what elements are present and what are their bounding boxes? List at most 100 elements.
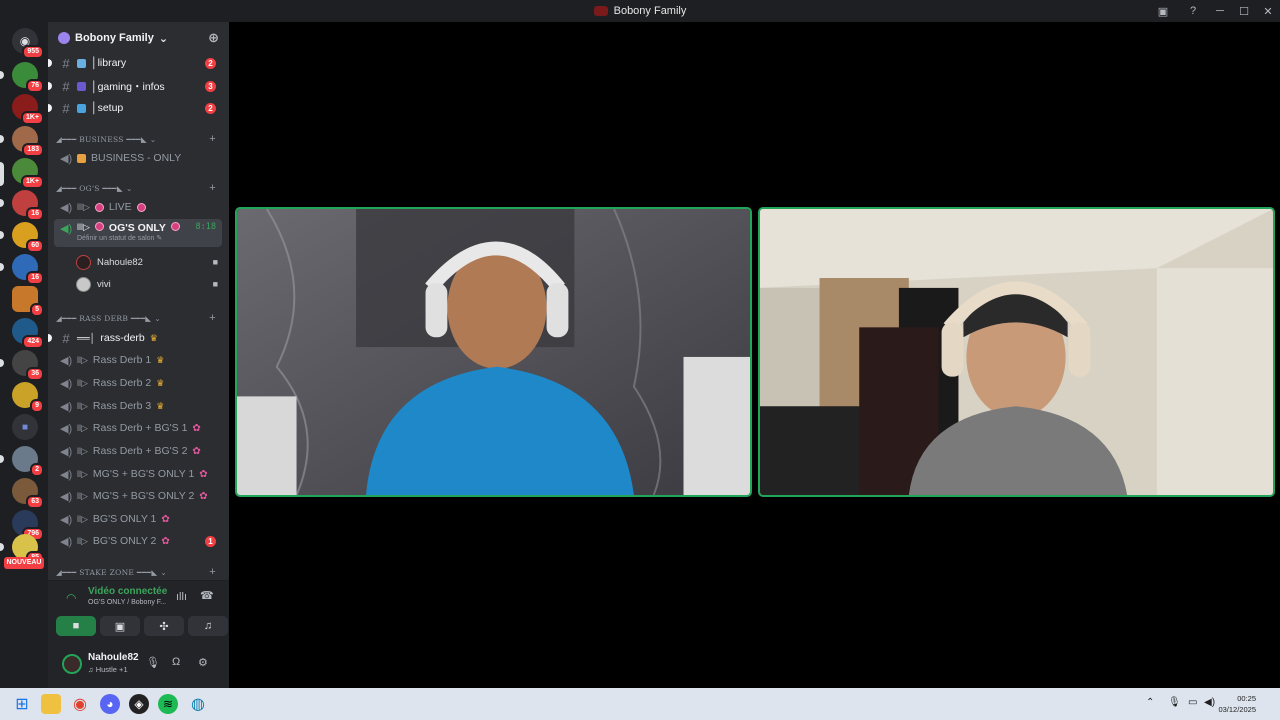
- unread-badge: 1K+: [20, 111, 44, 125]
- taskbar: ⊞ ◉ ◕ ◈ ≋ ◍ ⌃ 🎙 ▭ ◀) 00:25 03/12/2025: [0, 688, 1280, 720]
- channel-status[interactable]: Définir un statut de salon ✎: [77, 234, 162, 242]
- books-icon: [77, 58, 86, 68]
- server-icon[interactable]: 63: [12, 478, 44, 509]
- video-tile[interactable]: [235, 207, 752, 497]
- channel-bgs-only-1[interactable]: ◀) ll▷ BG'S ONLY 1 ✿: [54, 509, 222, 529]
- channel-bgs-only-2[interactable]: ◀) ll▷ BG'S ONLY 2 ✿ 1: [54, 531, 222, 551]
- microphone-icon[interactable]: 🎙: [146, 656, 160, 669]
- noise-suppression-icon[interactable]: ıllı: [176, 591, 187, 603]
- tray-chevron-icon[interactable]: ⌃: [1146, 697, 1154, 708]
- avatar: [76, 276, 91, 292]
- channel-rass-derb-1[interactable]: ◀) ll▷ Rass Derb 1 ♛: [54, 350, 222, 370]
- flower-icon: ✿: [192, 445, 201, 457]
- mention-count: 1: [205, 535, 216, 547]
- camera-button[interactable]: ■: [56, 616, 96, 636]
- chrome-icon[interactable]: ◉: [70, 694, 90, 714]
- soundboard-button[interactable]: ♫: [188, 616, 228, 636]
- channel-live[interactable]: ◀) lll▷ LIVE: [54, 197, 222, 217]
- activities-button[interactable]: ✣: [144, 616, 184, 636]
- video-tile[interactable]: [758, 207, 1275, 497]
- video-icon: ■: [72, 620, 80, 632]
- disconnect-icon[interactable]: ☎: [200, 589, 214, 602]
- server-icon[interactable]: 36: [12, 350, 44, 381]
- unread-badge: 76: [26, 79, 44, 93]
- screen-share-button[interactable]: ▣: [100, 616, 140, 636]
- direct-messages-icon[interactable]: ◉ 955: [12, 28, 44, 59]
- unread-badge: 36: [26, 367, 44, 381]
- speaker-icon: ◀): [60, 490, 73, 503]
- channel-rass-derb-3[interactable]: ◀) ll▷ Rass Derb 3 ♛: [54, 396, 222, 416]
- add-channel-icon[interactable]: +: [209, 182, 216, 194]
- discord-icon[interactable]: ◕: [100, 694, 120, 714]
- microphone-icon[interactable]: 🎙: [1168, 697, 1181, 708]
- category-stake-zone[interactable]: ◢━━━ STAKE ZONE ━━━◣ ⌄ +: [56, 565, 216, 579]
- channel-rass-derb[interactable]: # ══│ rass-derb ♛: [48, 328, 222, 348]
- channel-business-only[interactable]: ◀) BUSINESS - ONLY: [54, 148, 222, 168]
- channel-mgs-bgs-2[interactable]: ◀) ll▷ MG'S + BG'S ONLY 2 ✿: [54, 486, 222, 506]
- voice-channel-link[interactable]: OG'S ONLY / Bobony F...: [88, 599, 166, 606]
- guild-header[interactable]: Bobony Family ⌄ ⊕: [48, 22, 229, 54]
- channel-rass-derb-bgs-2[interactable]: ◀) ll▷ Rass Derb + BG'S 2 ✿: [54, 441, 222, 461]
- new-badge[interactable]: NOUVEAU: [4, 557, 44, 569]
- channel-setup[interactable]: # │setup 2: [48, 98, 222, 118]
- server-logo-icon: [593, 6, 608, 16]
- server-icon[interactable]: 1K+: [12, 94, 44, 125]
- add-channel-icon[interactable]: +: [209, 566, 216, 578]
- file-explorer-icon[interactable]: [41, 694, 61, 714]
- text-channel-icon: #: [62, 78, 70, 94]
- category-ogs[interactable]: ◢━━━ OG'S ━━━◣ ⌄ +: [56, 181, 216, 195]
- unread-badge: 16: [26, 207, 44, 221]
- server-icon[interactable]: 60: [12, 222, 44, 253]
- server-icon[interactable]: 16: [12, 254, 44, 285]
- server-icon[interactable]: 5: [12, 286, 44, 317]
- server-icon[interactable]: 9: [12, 382, 44, 413]
- add-channel-icon[interactable]: +: [209, 133, 216, 145]
- inbox-icon[interactable]: ▣: [1148, 0, 1178, 22]
- network-icon[interactable]: ▭: [1188, 697, 1197, 708]
- server-icon[interactable]: 2: [12, 446, 44, 477]
- add-channel-icon[interactable]: +: [209, 312, 216, 324]
- server-icon[interactable]: 424: [12, 318, 44, 349]
- chevron-down-icon: ⌄: [160, 567, 167, 577]
- folder-icon[interactable]: ■: [12, 414, 38, 440]
- help-icon[interactable]: ?: [1178, 0, 1208, 22]
- crown-icon: ♛: [156, 354, 165, 365]
- app-icon[interactable]: ◈: [129, 694, 149, 714]
- settings-gear-icon[interactable]: ⚙: [198, 656, 208, 669]
- speaker-icon: ◀): [60, 468, 73, 481]
- server-icon[interactable]: 183: [12, 126, 44, 157]
- category-business[interactable]: ◢━━━ BUSINESS ━━━◣ ⌄ +: [56, 132, 216, 146]
- signal-icon[interactable]: ◠: [66, 591, 76, 605]
- spotify-icon[interactable]: ≋: [158, 694, 178, 714]
- headphones-icon[interactable]: Ω: [172, 656, 180, 668]
- voice-user[interactable]: Nahoule82 ■: [76, 252, 222, 272]
- channel-rass-derb-bgs-1[interactable]: ◀) ll▷ Rass Derb + BG'S 1 ✿: [54, 418, 222, 438]
- server-icon[interactable]: 76: [12, 62, 44, 93]
- avatar: [76, 254, 91, 270]
- pink-dot-icon: [94, 222, 104, 231]
- edge-icon[interactable]: ◍: [188, 694, 208, 714]
- add-member-icon[interactable]: ⊕: [208, 30, 219, 46]
- channel-mgs-bgs-1[interactable]: ◀) ll▷ MG'S + BG'S ONLY 1 ✿: [54, 464, 222, 484]
- category-rass-derb[interactable]: ◢━━━ RASS DERB ━━━◣ ⌄ +: [56, 311, 216, 325]
- channel-ogs-only[interactable]: ◀) lll▷ OG'S ONLY 8:18 Définir un statut…: [54, 219, 222, 247]
- channel-rass-derb-2[interactable]: ◀) ll▷ Rass Derb 2 ♛: [54, 373, 222, 393]
- server-icon[interactable]: 16: [12, 190, 44, 221]
- computer-icon: [77, 103, 86, 113]
- volume-icon[interactable]: ◀): [1204, 697, 1215, 708]
- avatar[interactable]: [62, 654, 82, 674]
- server-icon[interactable]: 796: [12, 510, 44, 541]
- chevron-down-icon: ⌄: [125, 183, 133, 193]
- windows-start-icon[interactable]: ⊞: [12, 694, 32, 714]
- voice-user[interactable]: vivi ■: [76, 274, 222, 294]
- system-clock[interactable]: 00:25 03/12/2025: [1218, 693, 1256, 715]
- close-button[interactable]: ✕: [1256, 0, 1280, 22]
- channel-gaming-infos[interactable]: # │gaming・infos 3: [48, 76, 222, 96]
- username[interactable]: Nahoule82: [88, 652, 139, 663]
- minimize-button[interactable]: ─: [1208, 0, 1232, 22]
- channel-library[interactable]: # │library 2: [48, 53, 222, 73]
- server-icon[interactable]: 1K+: [12, 158, 44, 189]
- maximize-button[interactable]: ☐: [1232, 0, 1256, 22]
- speaker-icon: ◀): [60, 400, 73, 413]
- voice-status[interactable]: Vidéo connectée: [88, 586, 167, 597]
